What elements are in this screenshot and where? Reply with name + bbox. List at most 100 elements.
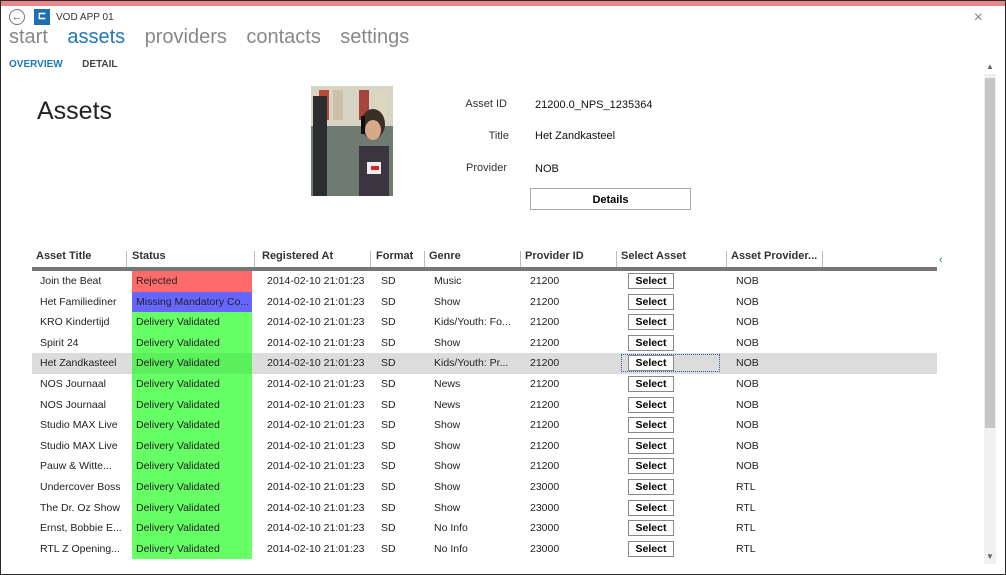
cell-genre: Show <box>434 460 461 473</box>
cell-provider-id: 23000 <box>530 522 560 535</box>
select-asset-button[interactable]: Select <box>628 273 674 289</box>
select-asset-button[interactable]: Select <box>628 396 674 413</box>
cell-registered-at: 2014-02-10 21:01:23 <box>267 419 365 432</box>
subnav-detail[interactable]: DETAIL <box>82 59 117 70</box>
provider-value: NOB <box>535 163 559 175</box>
cell-registered-at: 2014-02-10 21:01:23 <box>267 398 365 411</box>
cell-provider-id: 21200 <box>530 377 560 390</box>
cell-genre: Show <box>434 439 461 452</box>
select-asset-button[interactable]: Select <box>628 499 674 516</box>
column-header-select-asset[interactable]: Select Asset <box>617 251 727 267</box>
cell-genre: Show <box>434 501 461 514</box>
scroll-down-icon[interactable]: ▼ <box>986 552 994 561</box>
scrollbar-thumb[interactable] <box>985 78 995 428</box>
main-nav: start assets providers contacts settings <box>9 26 424 49</box>
status-badge: Delivery Validated <box>132 312 252 333</box>
cell-registered-at: 2014-02-10 21:01:23 <box>267 522 365 535</box>
column-header-asset-title[interactable]: Asset Title <box>32 251 127 267</box>
table-row[interactable]: Het Familiediner 2014-02-10 21:01:23 SD Sho… <box>32 291 937 313</box>
table-row[interactable]: Ernst, Bobbie E... 2014-02-10 21:01:23 SD N… <box>32 518 937 539</box>
subnav-overview[interactable]: OVERVIEW <box>9 59 63 70</box>
cell-asset-provider: RTL <box>736 522 756 535</box>
chevron-left-icon[interactable]: ‹ <box>939 254 943 266</box>
cell-registered-at: 2014-02-10 21:01:23 <box>267 480 365 493</box>
cell-format: SD <box>381 275 396 287</box>
select-asset-button[interactable]: Select <box>628 437 674 454</box>
nav-contacts[interactable]: contacts <box>246 26 320 48</box>
cell-registered-at: 2014-02-10 21:01:23 <box>267 542 365 555</box>
cell-format: SD <box>381 316 396 329</box>
table-row[interactable]: Studio MAX Live 2014-02-10 21:01:23 SD Show… <box>32 415 937 436</box>
status-badge: Delivery Validated <box>132 373 252 395</box>
column-header-registered-at[interactable]: Registered At <box>258 251 371 267</box>
app-title: VOD APP 01 <box>56 12 114 23</box>
cell-provider-id: 21200 <box>530 419 560 432</box>
table-row[interactable]: Spirit 24 2014-02-10 21:01:23 SD Show 21200 N… <box>32 332 937 354</box>
select-asset-button[interactable]: Select <box>628 520 674 537</box>
provider-label: Provider <box>466 162 507 174</box>
cell-genre: Show <box>434 419 461 432</box>
cell-registered-at: 2014-02-10 21:01:23 <box>267 377 365 390</box>
table-row[interactable]: Het Zandkasteel 2014-02-10 21:01:23 SD Kids… <box>32 353 937 374</box>
asset-id-value: 21200.0_NPS_1235364 <box>535 99 653 111</box>
close-icon[interactable]: × <box>974 9 983 27</box>
status-badge: Delivery Validated <box>132 518 252 539</box>
cell-asset-title: Join the Beat <box>40 275 102 287</box>
title-value: Het Zandkasteel <box>535 130 616 142</box>
cell-genre: No Info <box>434 542 468 555</box>
cell-asset-provider: NOB <box>736 336 759 349</box>
nav-assets[interactable]: assets <box>67 26 125 48</box>
nav-start[interactable]: start <box>9 26 48 48</box>
cell-asset-title: Ernst, Bobbie E... <box>40 522 122 535</box>
cell-format: SD <box>381 501 396 514</box>
cell-asset-title: NOS Journaal <box>40 377 106 390</box>
table-row[interactable]: The Dr. Oz Show 2014-02-10 21:01:23 SD Show… <box>32 497 937 519</box>
table-row[interactable]: Join the Beat 2014-02-10 21:01:23 SD Music 2… <box>32 271 937 292</box>
cell-asset-provider: NOB <box>736 419 759 432</box>
cell-asset-title: Het Zandkasteel <box>40 357 117 370</box>
column-header-status[interactable]: Status <box>128 251 255 267</box>
title-label: Title <box>488 130 509 142</box>
select-asset-button[interactable]: Select <box>628 293 674 310</box>
back-arrow-icon[interactable]: ← <box>9 9 25 25</box>
details-button[interactable]: Details <box>530 188 691 210</box>
cell-provider-id: 23000 <box>530 480 560 493</box>
table-row[interactable]: Studio MAX Live 2014-02-10 21:01:23 SD Show… <box>32 435 937 457</box>
status-badge: Delivery Validated <box>132 435 252 457</box>
select-asset-button[interactable]: Select <box>628 334 674 351</box>
nav-providers[interactable]: providers <box>145 26 227 48</box>
column-header-format[interactable]: Format <box>372 251 425 267</box>
select-asset-button[interactable]: Select <box>628 417 674 434</box>
select-asset-button[interactable]: Select <box>628 478 674 495</box>
table-row[interactable]: NOS Journaal 2014-02-10 21:01:23 SD News 212… <box>32 394 937 416</box>
cell-genre: No Info <box>434 522 468 535</box>
cell-asset-provider: NOB <box>736 316 759 329</box>
column-header-provider-id[interactable]: Provider ID <box>521 251 617 267</box>
scroll-up-icon[interactable]: ▲ <box>986 62 994 71</box>
cell-format: SD <box>381 460 396 473</box>
vertical-scrollbar[interactable]: ▲ ▼ <box>984 62 996 564</box>
table-row[interactable]: NOS Journaal 2014-02-10 21:01:23 SD News 212… <box>32 373 937 395</box>
table-row[interactable]: KRO Kindertijd 2014-02-10 21:01:23 SD Kids/… <box>32 312 937 333</box>
cell-registered-at: 2014-02-10 21:01:23 <box>267 460 365 473</box>
cell-registered-at: 2014-02-10 21:01:23 <box>267 316 365 329</box>
select-asset-button[interactable]: Select <box>628 314 674 331</box>
cell-asset-provider: NOB <box>736 439 759 452</box>
nav-settings[interactable]: settings <box>340 26 409 48</box>
column-header-genre[interactable]: Genre <box>425 251 521 267</box>
table-row[interactable]: Pauw & Witte... 2014-02-10 21:01:23 SD Show… <box>32 456 937 477</box>
table-row[interactable]: RTL Z Opening... 2014-02-10 21:01:23 SD No … <box>32 538 937 560</box>
select-asset-button[interactable]: Select <box>628 458 674 475</box>
assets-grid: Asset Title Status Registered At Format … <box>32 248 937 574</box>
status-badge: Missing Mandatory Co... <box>132 291 252 313</box>
cell-format: SD <box>381 542 396 555</box>
status-badge: Delivery Validated <box>132 353 252 374</box>
cell-registered-at: 2014-02-10 21:01:23 <box>267 275 365 287</box>
select-asset-button[interactable]: Select <box>628 375 674 392</box>
status-badge: Delivery Validated <box>132 497 252 519</box>
sub-nav: OVERVIEW DETAIL <box>9 54 133 72</box>
table-row[interactable]: Undercover Boss 2014-02-10 21:01:23 SD Show… <box>32 476 937 498</box>
column-header-asset-provider[interactable]: Asset Provider... <box>727 251 823 267</box>
cell-asset-title: Studio MAX Live <box>40 419 118 432</box>
select-asset-button[interactable]: Select <box>628 540 674 557</box>
